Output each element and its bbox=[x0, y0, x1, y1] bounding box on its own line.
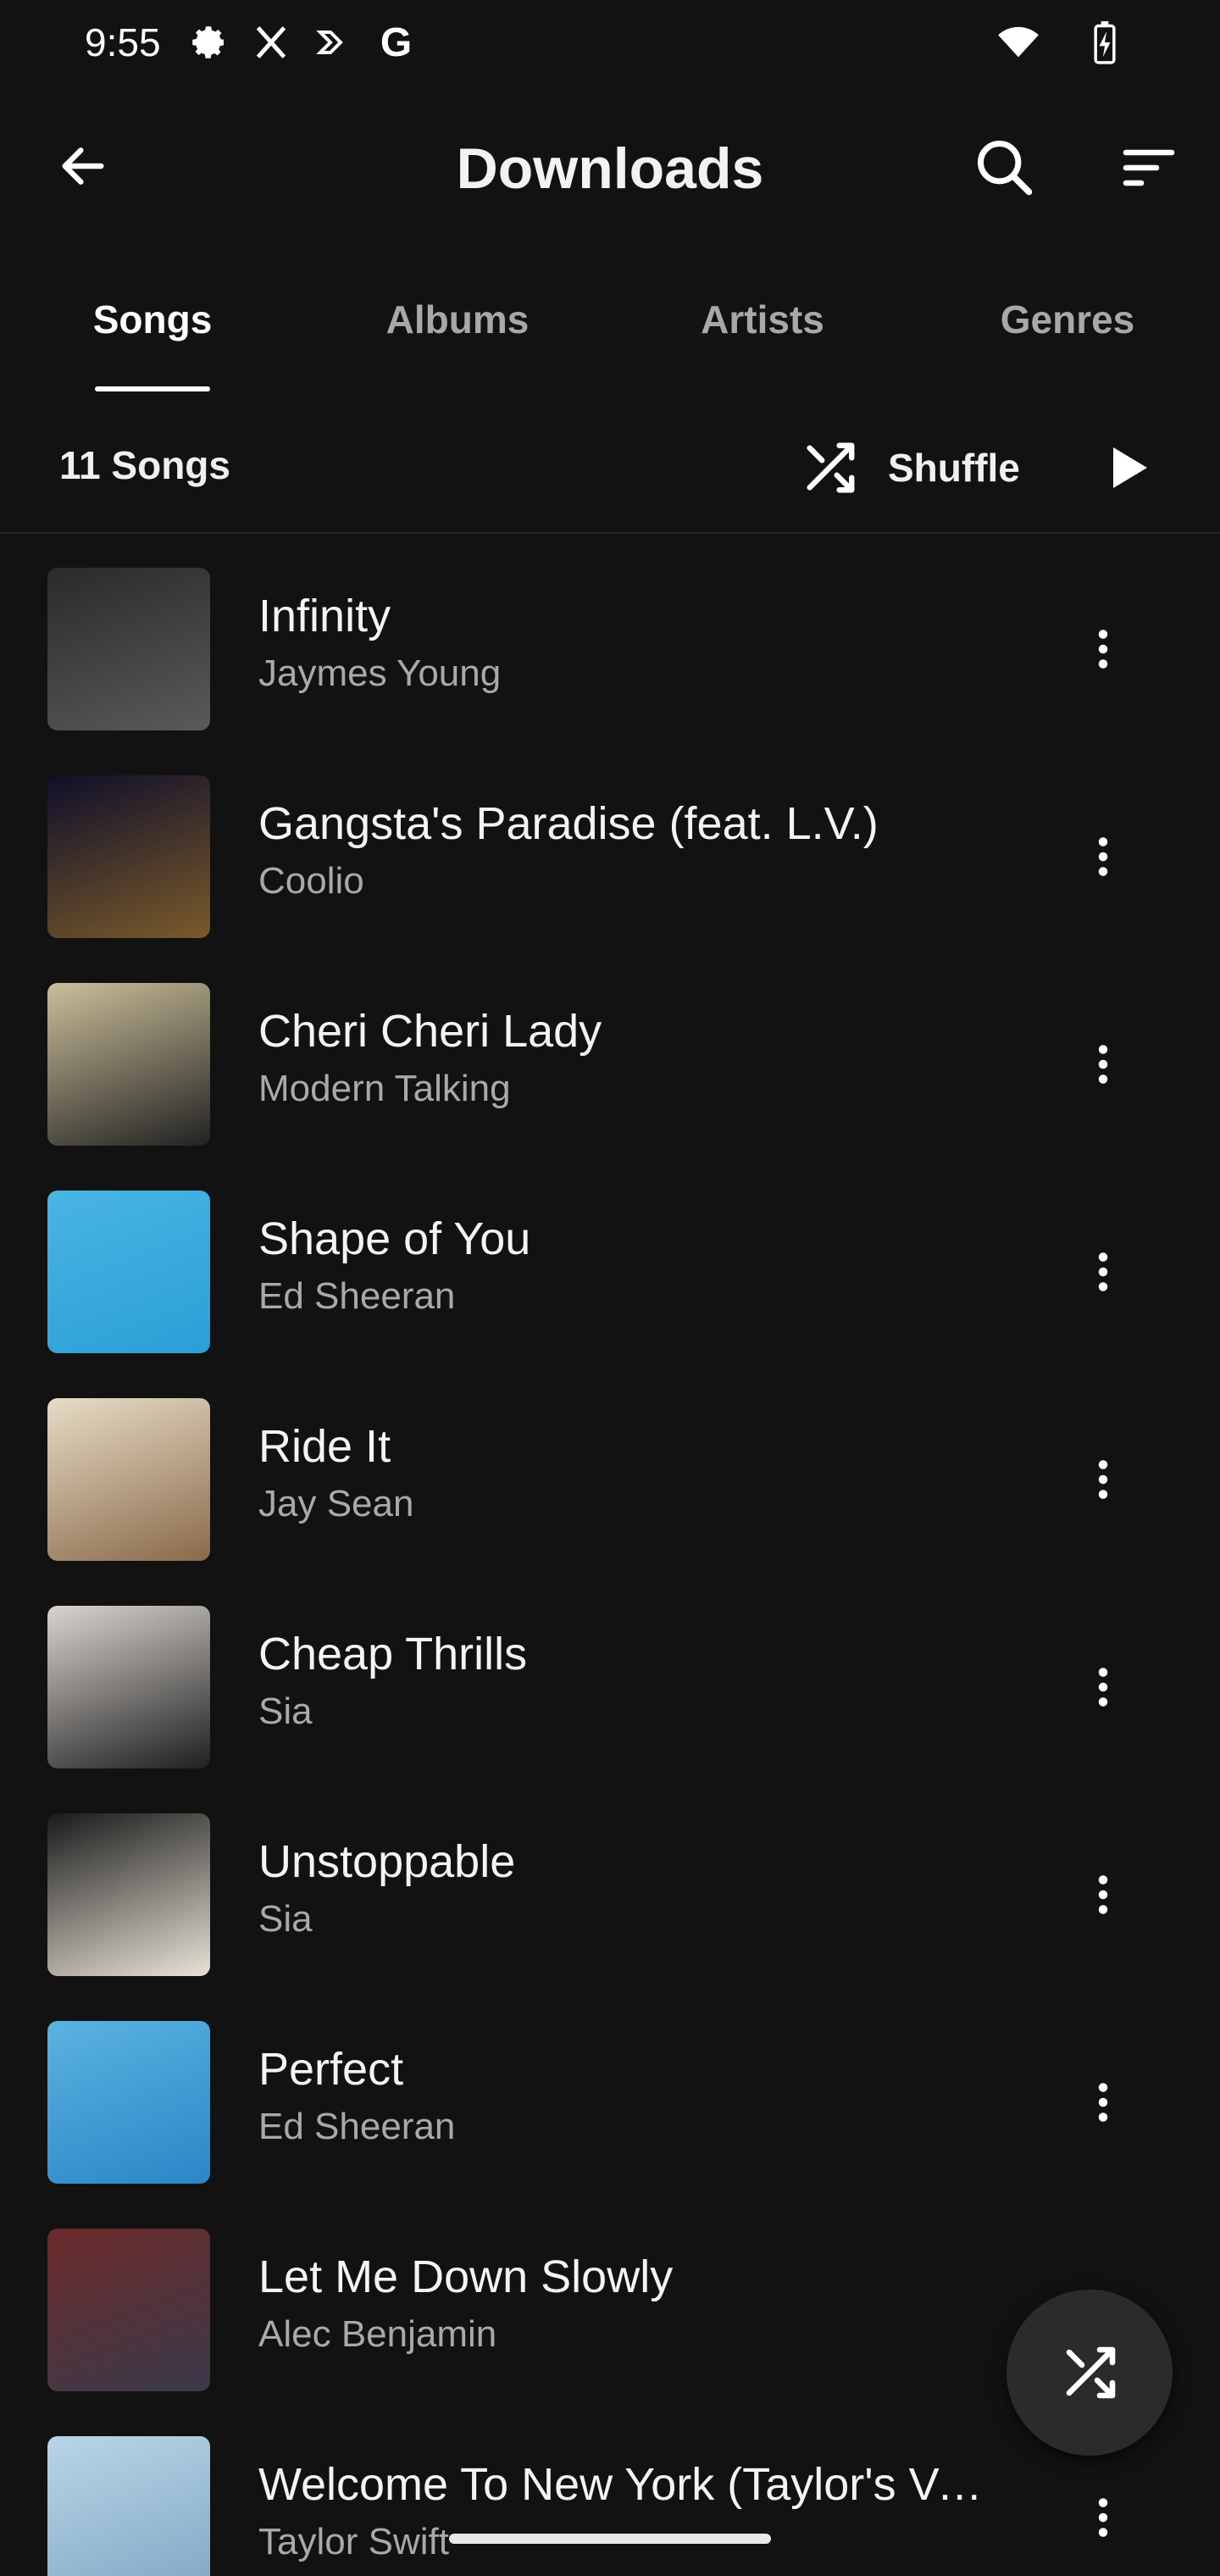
shuffle-button[interactable]: Shuffle bbox=[800, 434, 1020, 502]
song-artist: Jaymes Young bbox=[258, 652, 502, 694]
song-row[interactable]: Unstoppable Sia bbox=[0, 1788, 1220, 1996]
album-art bbox=[47, 1606, 210, 1768]
song-title: Cheri Cheri Lady bbox=[258, 1006, 602, 1057]
album-art bbox=[47, 2021, 210, 2184]
tab-genres[interactable]: Genres bbox=[983, 297, 1152, 381]
song-row[interactable]: Cheri Cheri Lady Modern Talking bbox=[0, 958, 1220, 1165]
song-title: Unstoppable bbox=[258, 1836, 516, 1887]
x-logo-icon bbox=[247, 19, 295, 66]
song-artist: Taylor Swift bbox=[258, 2521, 449, 2562]
more-vert-icon bbox=[1098, 1668, 1108, 1707]
song-title: Infinity bbox=[258, 591, 391, 641]
song-count: 11 Songs bbox=[59, 443, 230, 487]
play-all-button[interactable] bbox=[1093, 434, 1161, 502]
play-icon bbox=[1113, 447, 1147, 488]
album-art bbox=[47, 775, 210, 938]
song-artist: Ed Sheeran bbox=[258, 1275, 456, 1317]
songs-summary: 11 Songs Shuffle bbox=[0, 424, 1220, 508]
more-vert-icon bbox=[1098, 1045, 1108, 1084]
search-icon bbox=[978, 141, 1033, 196]
song-artist: Ed Sheeran bbox=[258, 2106, 456, 2147]
album-art bbox=[47, 1398, 210, 1561]
song-title: Welcome To New York (Taylor's Version) bbox=[258, 2459, 1004, 2510]
more-vert-icon bbox=[1098, 837, 1108, 876]
song-title: Shape of You bbox=[258, 1213, 531, 1264]
shuffle-icon bbox=[1066, 2346, 1116, 2399]
song-row[interactable]: Infinity Jaymes Young bbox=[0, 542, 1220, 750]
song-artist: Modern Talking bbox=[258, 1068, 511, 1109]
more-options-button[interactable] bbox=[1069, 2068, 1137, 2136]
battery-charging-icon bbox=[1081, 19, 1128, 66]
tab-songs[interactable]: Songs bbox=[76, 297, 229, 381]
more-vert-icon bbox=[1098, 2083, 1108, 2122]
more-options-button[interactable] bbox=[1069, 1030, 1137, 1098]
song-title: Gangsta's Paradise (feat. L.V.) bbox=[258, 798, 879, 849]
more-vert-icon bbox=[1098, 1875, 1108, 1914]
more-options-button[interactable] bbox=[1069, 1238, 1137, 1306]
song-artist: Coolio bbox=[258, 860, 364, 902]
song-title: Perfect bbox=[258, 2044, 404, 2095]
tab-artists[interactable]: Artists bbox=[678, 297, 847, 381]
album-art bbox=[47, 568, 210, 730]
song-row[interactable]: Perfect Ed Sheeran bbox=[0, 1996, 1220, 2203]
more-options-button[interactable] bbox=[1069, 823, 1137, 891]
more-vert-icon bbox=[1098, 2498, 1108, 2537]
album-art bbox=[47, 2229, 210, 2391]
album-art bbox=[47, 1191, 210, 1353]
song-artist: Alec Benjamin bbox=[258, 2313, 497, 2355]
song-artist: Sia bbox=[258, 1898, 313, 1940]
song-artist: Sia bbox=[258, 1690, 313, 1732]
google-g-icon: G bbox=[380, 19, 413, 65]
album-art bbox=[47, 2436, 210, 2576]
shuffle-label: Shuffle bbox=[888, 446, 1020, 490]
song-row[interactable]: Gangsta's Paradise (feat. L.V.) Coolio bbox=[0, 750, 1220, 958]
sort-icon bbox=[1123, 149, 1175, 186]
search-button[interactable] bbox=[966, 129, 1044, 207]
active-tab-indicator bbox=[95, 386, 210, 391]
more-options-button[interactable] bbox=[1069, 1653, 1137, 1721]
app-bar: Downloads bbox=[0, 102, 1220, 229]
song-title: Let Me Down Slowly bbox=[258, 2251, 674, 2302]
settings-icon bbox=[185, 19, 232, 66]
song-title: Ride It bbox=[258, 1421, 391, 1472]
song-artist: Jay Sean bbox=[258, 1483, 414, 1524]
shuffle-icon bbox=[807, 442, 855, 493]
more-options-button[interactable] bbox=[1069, 1861, 1137, 1929]
more-options-button[interactable] bbox=[1069, 2484, 1137, 2551]
album-art bbox=[47, 983, 210, 1146]
forward-arrow-icon bbox=[310, 19, 358, 66]
more-vert-icon bbox=[1098, 1460, 1108, 1499]
more-options-button[interactable] bbox=[1069, 1446, 1137, 1513]
more-vert-icon bbox=[1098, 630, 1108, 669]
song-row[interactable]: Cheap Thrills Sia bbox=[0, 1580, 1220, 1788]
divider bbox=[0, 532, 1220, 534]
tab-bar: Songs Albums Artists Genres bbox=[0, 280, 1220, 391]
album-art bbox=[47, 1813, 210, 1976]
wifi-icon bbox=[995, 19, 1042, 66]
home-indicator[interactable] bbox=[449, 2534, 771, 2544]
status-time: 9:55 bbox=[85, 20, 161, 64]
shuffle-fab[interactable] bbox=[1006, 2290, 1173, 2456]
song-title: Cheap Thrills bbox=[258, 1629, 528, 1679]
more-vert-icon bbox=[1098, 1252, 1108, 1291]
song-row[interactable]: Shape of You Ed Sheeran bbox=[0, 1165, 1220, 1373]
song-row[interactable]: Ride It Jay Sean bbox=[0, 1373, 1220, 1580]
more-options-button[interactable] bbox=[1069, 615, 1137, 683]
tab-albums[interactable]: Albums bbox=[364, 297, 551, 381]
sort-button[interactable] bbox=[1110, 129, 1188, 207]
status-bar: 9:55 G bbox=[0, 0, 1220, 85]
